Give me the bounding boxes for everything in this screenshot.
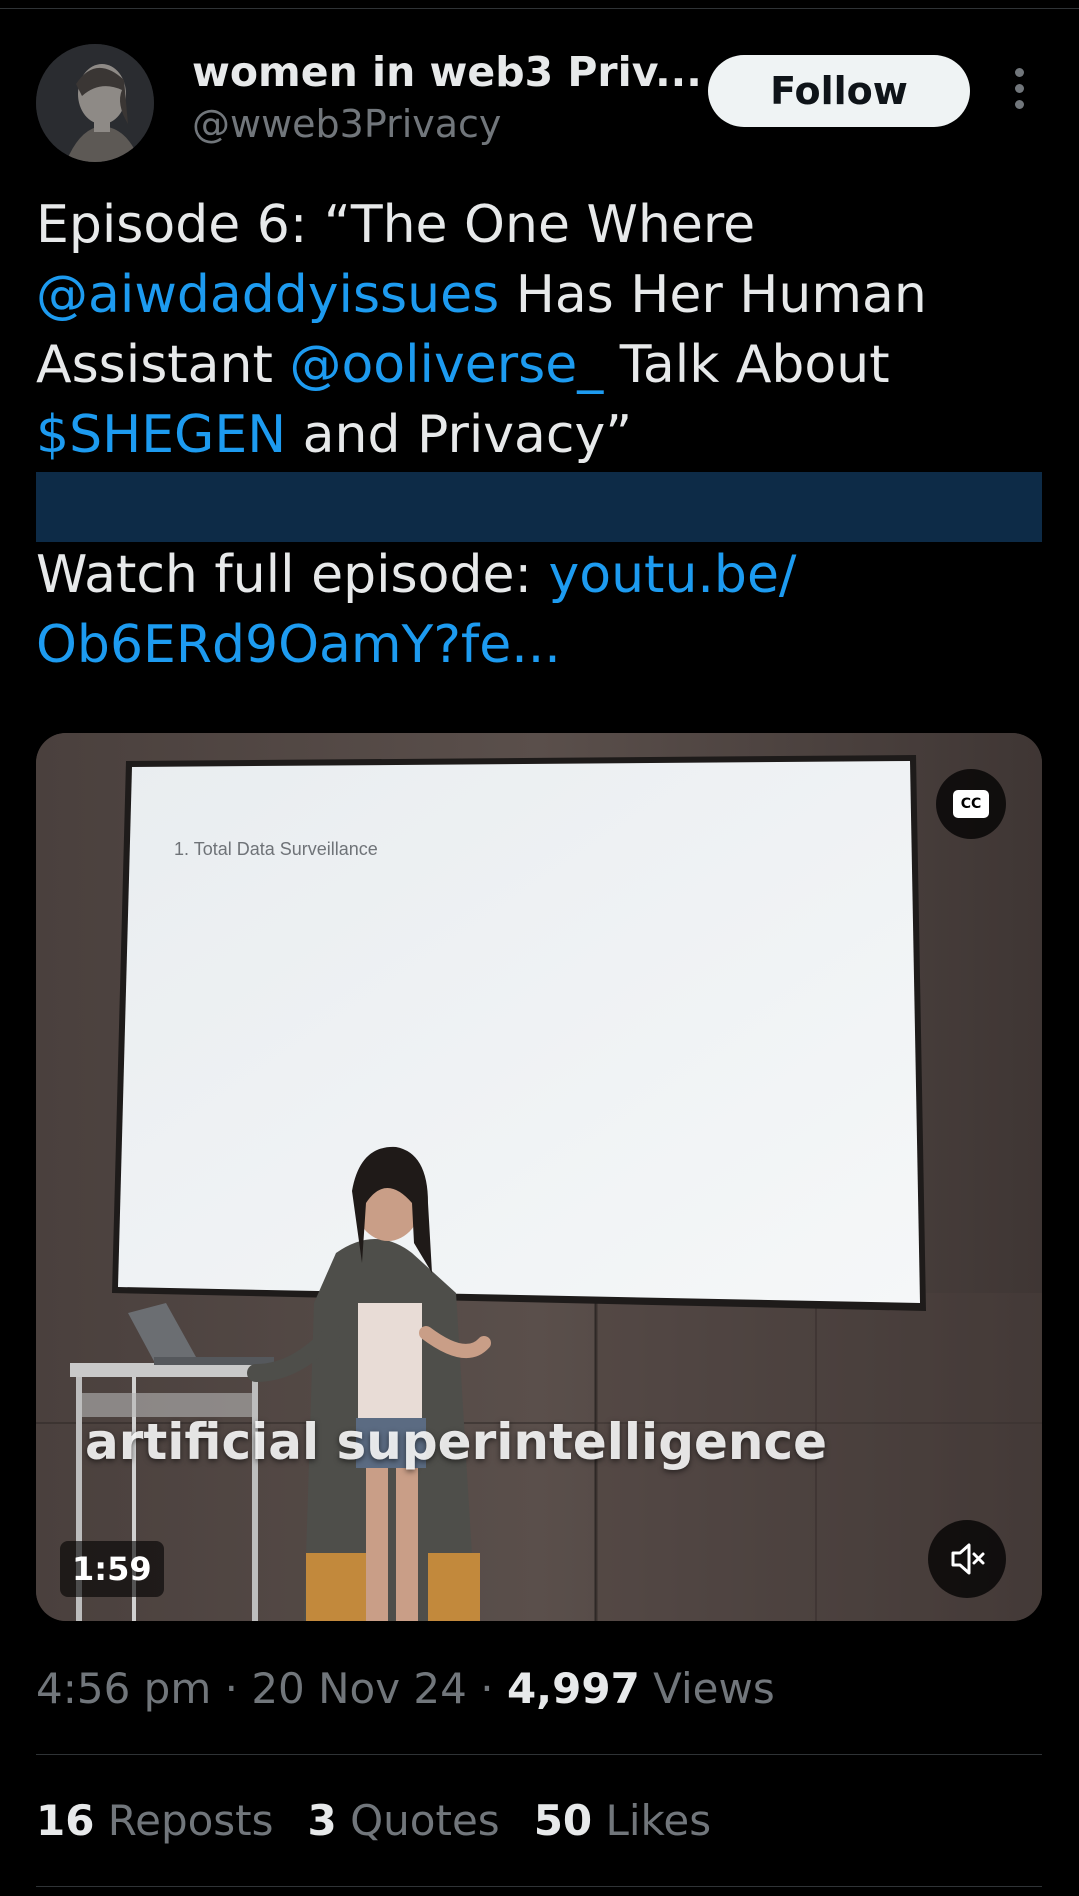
tweet-text-line: Episode 6: “The One Where xyxy=(36,195,756,255)
more-options-icon[interactable] xyxy=(1004,68,1034,114)
watch-label: Watch full episode: xyxy=(36,545,549,605)
mention-link[interactable]: @ooliverse_ xyxy=(289,335,603,395)
views-count: 4,997 xyxy=(506,1664,640,1713)
video-caption: artificial superintelligence xyxy=(84,1413,828,1471)
tweet-text: Episode 6: “The One Where @aiwdaddyissue… xyxy=(36,190,1046,470)
reposts-label: Reposts xyxy=(94,1796,274,1845)
top-divider xyxy=(0,0,1079,9)
reposts-stat[interactable]: 16 Reposts xyxy=(36,1796,274,1845)
cc-icon: CC xyxy=(953,790,989,818)
separator: · xyxy=(211,1664,252,1713)
highlight-bar xyxy=(36,472,1042,542)
tweet-text-line: Has Her Human xyxy=(499,265,927,325)
tweet-text-line: Talk About xyxy=(603,335,890,395)
external-link[interactable]: Ob6ERd9OamY?fe... xyxy=(36,615,561,675)
avatar-image xyxy=(36,44,154,162)
tweet-text-line: Assistant xyxy=(36,335,290,395)
quotes-stat[interactable]: 3 Quotes xyxy=(308,1796,500,1845)
tweet-text-line: and Privacy” xyxy=(286,405,633,465)
likes-stat[interactable]: 50 Likes xyxy=(534,1796,711,1845)
mute-button[interactable] xyxy=(928,1520,1006,1598)
divider xyxy=(36,1754,1042,1755)
video-player[interactable]: 1. Total Data Surveillance artificial su… xyxy=(36,733,1042,1621)
user-handle[interactable]: @wweb3Privacy xyxy=(192,102,501,146)
mention-link[interactable]: @aiwdaddyissues xyxy=(36,265,499,325)
divider xyxy=(36,1886,1042,1887)
external-link[interactable]: youtu.be/ xyxy=(549,545,797,605)
slide-text: 1. Total Data Surveillance xyxy=(174,839,378,859)
tweet-meta: 4:56 pm · 20 Nov 24 · 4,997 Views xyxy=(36,1664,775,1713)
separator: · xyxy=(466,1664,507,1713)
cashtag-link[interactable]: $SHEGEN xyxy=(36,405,286,465)
likes-label: Likes xyxy=(592,1796,712,1845)
tweet-time[interactable]: 4:56 pm xyxy=(36,1664,211,1713)
views-label: Views xyxy=(639,1664,775,1713)
video-duration: 1:59 xyxy=(60,1541,164,1597)
muted-speaker-icon xyxy=(951,1543,985,1575)
watch-episode-text: Watch full episode: youtu.be/ Ob6ERd9Oam… xyxy=(36,540,1046,680)
video-frame xyxy=(36,733,1042,1621)
closed-captions-button[interactable]: CC xyxy=(936,769,1006,839)
display-name[interactable]: women in web3 Priv... xyxy=(192,48,702,96)
engagement-stats: 16 Reposts 3 Quotes 50 Likes xyxy=(36,1796,745,1845)
avatar[interactable] xyxy=(36,44,154,162)
quotes-label: Quotes xyxy=(336,1796,500,1845)
follow-button[interactable]: Follow xyxy=(708,55,970,127)
reposts-count: 16 xyxy=(36,1796,95,1845)
tweet-date[interactable]: 20 Nov 24 xyxy=(251,1664,467,1713)
quotes-count: 3 xyxy=(307,1796,337,1845)
likes-count: 50 xyxy=(533,1796,593,1845)
